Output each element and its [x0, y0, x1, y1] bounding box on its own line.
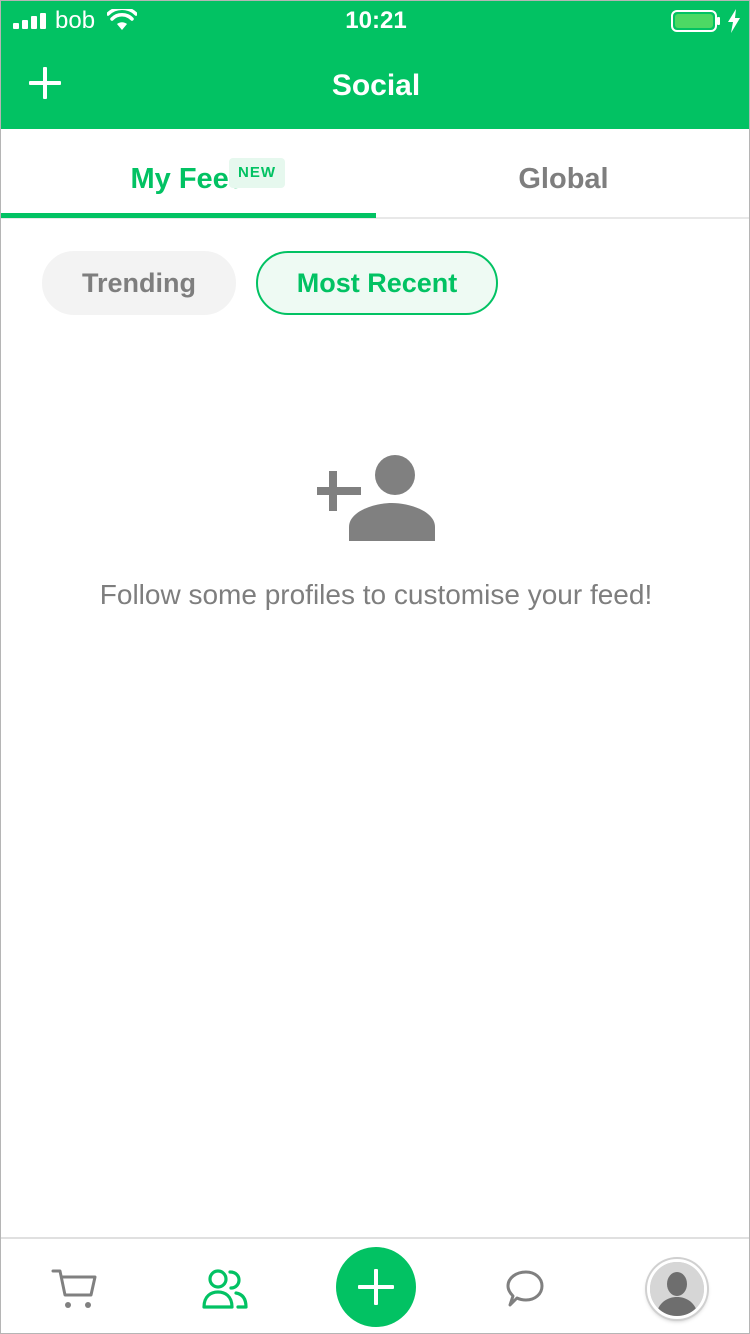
bottom-navigation: [1, 1237, 749, 1333]
empty-state-message: Follow some profiles to customise your f…: [99, 579, 653, 610]
feed-tabs: My Feed NEW Global: [1, 129, 749, 219]
tab-my-feed[interactable]: My Feed NEW: [1, 129, 376, 219]
add-person-icon: [317, 455, 435, 541]
battery-icon: [671, 10, 720, 32]
cart-icon[interactable]: [51, 1267, 99, 1311]
status-time: 10:21: [345, 7, 407, 34]
tab-global[interactable]: Global: [376, 129, 749, 219]
active-tab-indicator: [1, 213, 376, 218]
filter-trending-button[interactable]: Trending: [42, 251, 236, 315]
create-button[interactable]: [336, 1247, 416, 1327]
new-badge: NEW: [229, 158, 285, 188]
charging-bolt-icon: [728, 9, 740, 33]
profile-avatar[interactable]: [647, 1259, 707, 1319]
app-header: bob 10:21 Social: [1, 1, 749, 129]
page-title: Social: [331, 69, 421, 102]
chat-bubble-icon[interactable]: [505, 1269, 545, 1309]
tab-global-label: Global: [518, 163, 609, 195]
status-bar: bob 10:21: [1, 1, 749, 41]
avatar-icon: [650, 1262, 704, 1316]
screen: bob 10:21 Social My Feed NEW Global Tren…: [0, 0, 750, 1334]
plus-icon: [358, 1269, 394, 1305]
filter-most-recent-button[interactable]: Most Recent: [256, 251, 498, 315]
people-icon[interactable]: [201, 1267, 249, 1311]
